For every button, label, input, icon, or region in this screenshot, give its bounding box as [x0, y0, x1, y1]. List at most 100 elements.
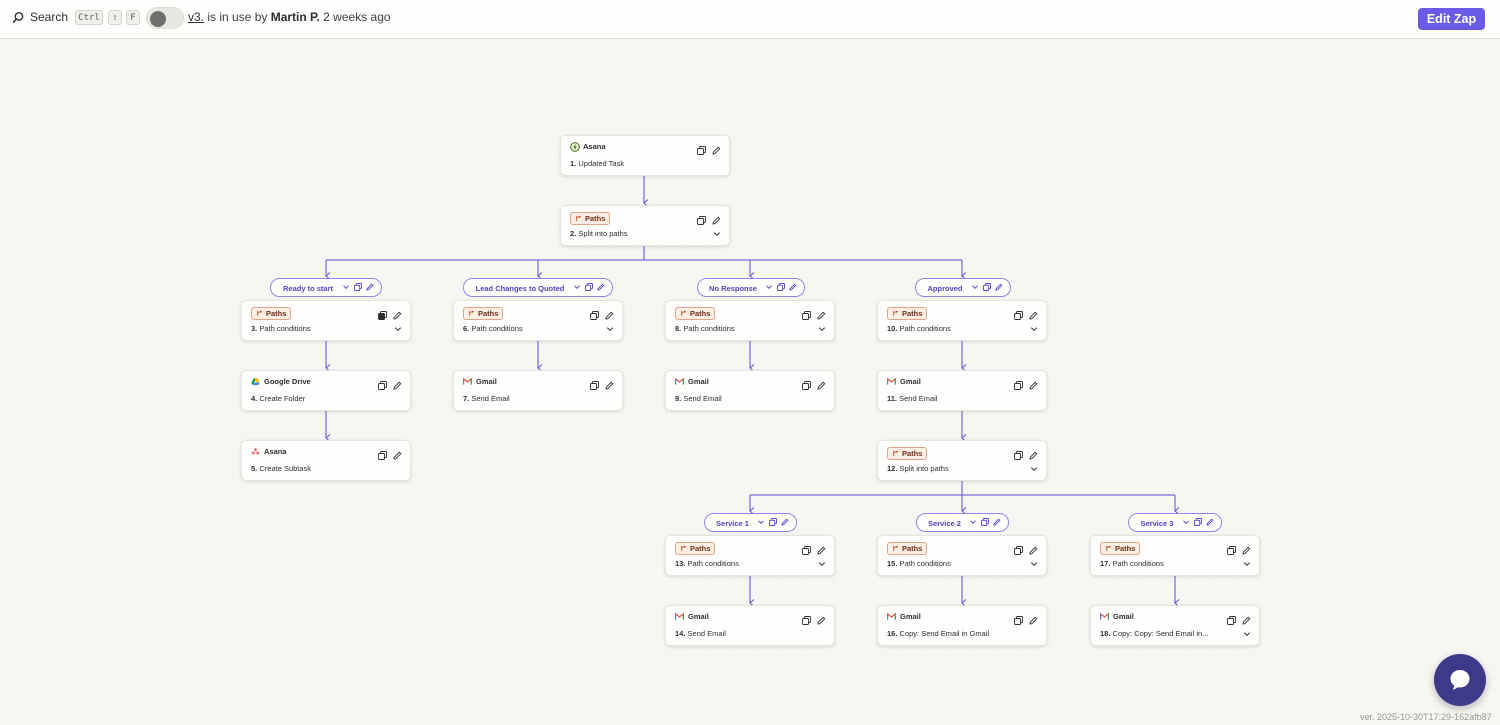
- chevron-down-icon[interactable]: [394, 325, 402, 333]
- chevron-down-icon[interactable]: [1030, 465, 1038, 473]
- step-6-paths[interactable]: Paths 6. Path conditions: [453, 300, 623, 341]
- copy-icon[interactable]: [378, 307, 387, 320]
- copy-icon[interactable]: [697, 142, 706, 155]
- pencil-icon[interactable]: [712, 212, 721, 225]
- copy-icon[interactable]: [1014, 447, 1023, 460]
- search-button[interactable]: Search: [12, 10, 68, 24]
- copy-icon[interactable]: [590, 307, 599, 320]
- pencil-icon[interactable]: [1029, 612, 1038, 625]
- pencil-icon[interactable]: [817, 307, 826, 320]
- version-link[interactable]: v3.: [188, 10, 204, 24]
- pencil-icon[interactable]: [366, 283, 374, 291]
- chevron-down-icon[interactable]: [818, 560, 826, 568]
- path-label-ready-to-start[interactable]: Ready to start: [270, 278, 382, 297]
- chevron-down-icon[interactable]: [971, 283, 979, 291]
- copy-icon[interactable]: [697, 212, 706, 225]
- step-10-paths[interactable]: Paths 10. Path conditions: [877, 300, 1047, 341]
- copy-icon[interactable]: [378, 377, 387, 390]
- step-15-paths[interactable]: Paths 15. Path conditions: [877, 535, 1047, 576]
- copy-icon[interactable]: [777, 283, 785, 291]
- path-label-service-1[interactable]: Service 1: [704, 513, 797, 532]
- pencil-icon[interactable]: [393, 307, 402, 320]
- step-4-google-drive[interactable]: Google Drive 4. Create Folder: [241, 370, 411, 411]
- chat-support-button[interactable]: [1434, 654, 1486, 706]
- step-18-gmail[interactable]: Gmail 18. Copy: Copy: Send Email in...: [1090, 605, 1260, 646]
- path-label-lead-changes-to-quoted[interactable]: Lead Changes to Quoted: [463, 278, 613, 297]
- step-17-paths[interactable]: Paths 17. Path conditions: [1090, 535, 1260, 576]
- step-5-asana[interactable]: Asana 5. Create Subtask: [241, 440, 411, 481]
- copy-icon[interactable]: [585, 283, 593, 291]
- chevron-down-icon[interactable]: [606, 325, 614, 333]
- chevron-down-icon[interactable]: [1243, 630, 1251, 638]
- step-9-gmail[interactable]: Gmail 9. Send Email: [665, 370, 835, 411]
- edit-zap-button[interactable]: Edit Zap: [1418, 8, 1485, 30]
- app-name: Paths: [585, 214, 606, 223]
- copy-icon[interactable]: [981, 518, 989, 526]
- chevron-down-icon[interactable]: [757, 518, 765, 526]
- pencil-icon[interactable]: [1206, 518, 1214, 526]
- chevron-down-icon[interactable]: [1243, 560, 1251, 568]
- step-16-gmail[interactable]: Gmail 16. Copy: Send Email in Gmail: [877, 605, 1047, 646]
- copy-icon[interactable]: [802, 612, 811, 625]
- path-label-approved[interactable]: Approved: [915, 278, 1011, 297]
- step-8-paths[interactable]: Paths 8. Path conditions: [665, 300, 835, 341]
- pencil-icon[interactable]: [605, 377, 614, 390]
- step-13-paths[interactable]: Paths 13. Path conditions: [665, 535, 835, 576]
- chevron-down-icon[interactable]: [818, 325, 826, 333]
- step-12-paths[interactable]: Paths 12. Split into paths: [877, 440, 1047, 481]
- chevron-down-icon[interactable]: [713, 230, 721, 238]
- step-3-paths[interactable]: Paths 3. Path conditions: [241, 300, 411, 341]
- copy-icon[interactable]: [1194, 518, 1202, 526]
- copy-icon[interactable]: [769, 518, 777, 526]
- chevron-down-icon[interactable]: [342, 283, 350, 291]
- pencil-icon[interactable]: [712, 142, 721, 155]
- copy-icon[interactable]: [1227, 612, 1236, 625]
- pencil-icon[interactable]: [1242, 612, 1251, 625]
- copy-icon[interactable]: [1014, 612, 1023, 625]
- pencil-icon[interactable]: [1029, 447, 1038, 460]
- copy-icon[interactable]: [354, 283, 362, 291]
- step-app: Google Drive: [251, 377, 311, 386]
- copy-icon[interactable]: [1227, 542, 1236, 555]
- pencil-icon[interactable]: [1029, 542, 1038, 555]
- copy-icon[interactable]: [590, 377, 599, 390]
- chevron-down-icon[interactable]: [1030, 325, 1038, 333]
- copy-icon[interactable]: [1014, 377, 1023, 390]
- chevron-down-icon[interactable]: [1182, 518, 1190, 526]
- copy-icon[interactable]: [802, 377, 811, 390]
- chevron-down-icon[interactable]: [969, 518, 977, 526]
- step-2-paths[interactable]: Paths 2. Split into paths: [560, 205, 730, 246]
- chevron-down-icon[interactable]: [765, 283, 773, 291]
- pencil-icon[interactable]: [817, 542, 826, 555]
- step-1-trigger[interactable]: Asana 1. Updated Task: [560, 135, 730, 176]
- pencil-icon[interactable]: [605, 307, 614, 320]
- pencil-icon[interactable]: [393, 377, 402, 390]
- step-11-gmail[interactable]: Gmail 11. Send Email: [877, 370, 1047, 411]
- zap-on-off-toggle[interactable]: [146, 7, 184, 29]
- path-label-service-2[interactable]: Service 2: [916, 513, 1009, 532]
- app-name: Gmail: [476, 377, 497, 386]
- copy-icon[interactable]: [802, 307, 811, 320]
- pencil-icon[interactable]: [993, 518, 1001, 526]
- pencil-icon[interactable]: [1029, 377, 1038, 390]
- pencil-icon[interactable]: [393, 447, 402, 460]
- pencil-icon[interactable]: [1242, 542, 1251, 555]
- step-7-gmail[interactable]: Gmail 7. Send Email: [453, 370, 623, 411]
- pencil-icon[interactable]: [995, 283, 1003, 291]
- pencil-icon[interactable]: [1029, 307, 1038, 320]
- copy-icon[interactable]: [378, 447, 387, 460]
- pencil-icon[interactable]: [781, 518, 789, 526]
- pencil-icon[interactable]: [597, 283, 605, 291]
- copy-icon[interactable]: [802, 542, 811, 555]
- chevron-down-icon[interactable]: [573, 283, 581, 291]
- copy-icon[interactable]: [983, 283, 991, 291]
- chevron-down-icon[interactable]: [1030, 560, 1038, 568]
- copy-icon[interactable]: [1014, 307, 1023, 320]
- pencil-icon[interactable]: [817, 612, 826, 625]
- pencil-icon[interactable]: [817, 377, 826, 390]
- pencil-icon[interactable]: [789, 283, 797, 291]
- copy-icon[interactable]: [1014, 542, 1023, 555]
- step-14-gmail[interactable]: Gmail 14. Send Email: [665, 605, 835, 646]
- path-label-service-3[interactable]: Service 3: [1128, 513, 1222, 532]
- path-label-no-response[interactable]: No Response: [697, 278, 805, 297]
